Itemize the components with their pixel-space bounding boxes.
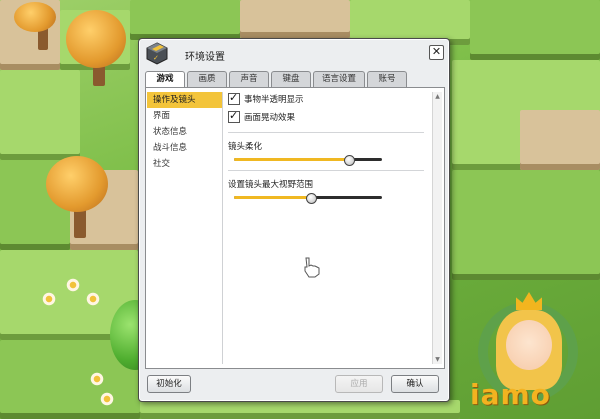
sidebar-item-battle-info[interactable]: 战斗信息 (147, 140, 222, 156)
confirm-button[interactable]: 确认 (391, 375, 439, 393)
settings-cube-icon: ✓ (146, 42, 168, 65)
camera-max-view-slider[interactable] (234, 193, 382, 204)
camera-max-view-label: 设置镜头最大视野范围 (228, 180, 314, 190)
flower (42, 292, 56, 306)
terrain-block (452, 170, 600, 280)
tab-account[interactable]: 账号 (367, 71, 408, 87)
terrain-block (520, 110, 600, 170)
scroll-up-arrow-icon[interactable]: ▲ (434, 93, 441, 100)
tab-language[interactable]: 语言设置 (313, 71, 366, 87)
dialog-title: 环境设置 (185, 52, 225, 63)
flower (66, 278, 80, 292)
terrain-block (130, 0, 240, 40)
brand-logo: iamo (470, 378, 551, 411)
flower (86, 292, 100, 306)
settings-tabs: 游戏 画质 声音 键盘 语言设置 账号 (145, 71, 408, 88)
scroll-down-arrow-icon[interactable]: ▼ (434, 356, 441, 363)
close-button[interactable]: ✕ (429, 45, 444, 60)
sidebar-item-social[interactable]: 社交 (147, 156, 222, 172)
mascot-face (506, 320, 552, 370)
slider-fill (234, 196, 311, 199)
slider-fill (234, 158, 350, 161)
flower (100, 392, 114, 406)
tab-graphics[interactable]: 画质 (187, 71, 227, 87)
mascot-watermark: iamo (470, 286, 588, 414)
tab-sound[interactable]: 声音 (229, 71, 269, 87)
settings-sidebar: 操作及镜头 界面 状态信息 战斗信息 社交 (147, 92, 223, 364)
screen-shake-option[interactable]: 画面晃动效果 (228, 109, 424, 124)
terrain-block (470, 0, 600, 60)
camera-smoothing-label: 镜头柔化 (228, 142, 263, 152)
dialog-titlebar[interactable]: ✓ 环境设置 ✕ (139, 39, 449, 69)
sidebar-item-controls-camera[interactable]: 操作及镜头 (147, 92, 222, 108)
sidebar-item-interface[interactable]: 界面 (147, 108, 222, 124)
hand-cursor-icon (304, 257, 320, 278)
reset-defaults-button[interactable]: 初始化 (147, 375, 191, 393)
screen-shake-checkbox[interactable] (228, 109, 240, 123)
terrain-block (140, 400, 460, 419)
screen-shake-label: 画面晃动效果 (244, 113, 296, 123)
camera-smoothing-slider[interactable] (234, 155, 382, 166)
tree-canopy (66, 10, 126, 68)
divider (228, 170, 424, 171)
translucent-label: 事物半透明显示 (244, 95, 304, 105)
tab-game[interactable]: 游戏 (145, 71, 185, 88)
settings-content: 事物半透明显示 画面晃动效果 镜头柔化 设置镜头最大视野范围 (228, 91, 424, 364)
slider-handle[interactable] (344, 155, 356, 166)
settings-dialog: ✓ 环境设置 ✕ 游戏 画质 声音 键盘 语言设置 账号 操作及镜头 界面 状态… (138, 38, 450, 402)
tree-canopy (46, 156, 108, 212)
terrain-block (0, 70, 80, 160)
translucent-option[interactable]: 事物半透明显示 (228, 91, 424, 106)
apply-button[interactable]: 应用 (335, 375, 383, 393)
tree-canopy (14, 2, 56, 32)
tab-keyboard[interactable]: 键盘 (271, 71, 311, 87)
divider (228, 132, 424, 133)
sidebar-item-status-info[interactable]: 状态信息 (147, 124, 222, 140)
flower (90, 372, 104, 386)
camera-max-view-section: 设置镜头最大视野范围 (228, 178, 424, 204)
crown-icon (516, 292, 542, 310)
translucent-checkbox[interactable] (228, 91, 240, 105)
terrain-block (240, 0, 350, 38)
settings-panel: 操作及镜头 界面 状态信息 战斗信息 社交 事物半透明显示 画面晃动效果 镜头柔… (145, 87, 445, 369)
camera-smoothing-section: 镜头柔化 (228, 140, 424, 166)
svg-text:✓: ✓ (153, 54, 159, 62)
slider-handle[interactable] (305, 193, 317, 204)
content-scrollbar[interactable]: ▲ ▼ (432, 92, 442, 364)
